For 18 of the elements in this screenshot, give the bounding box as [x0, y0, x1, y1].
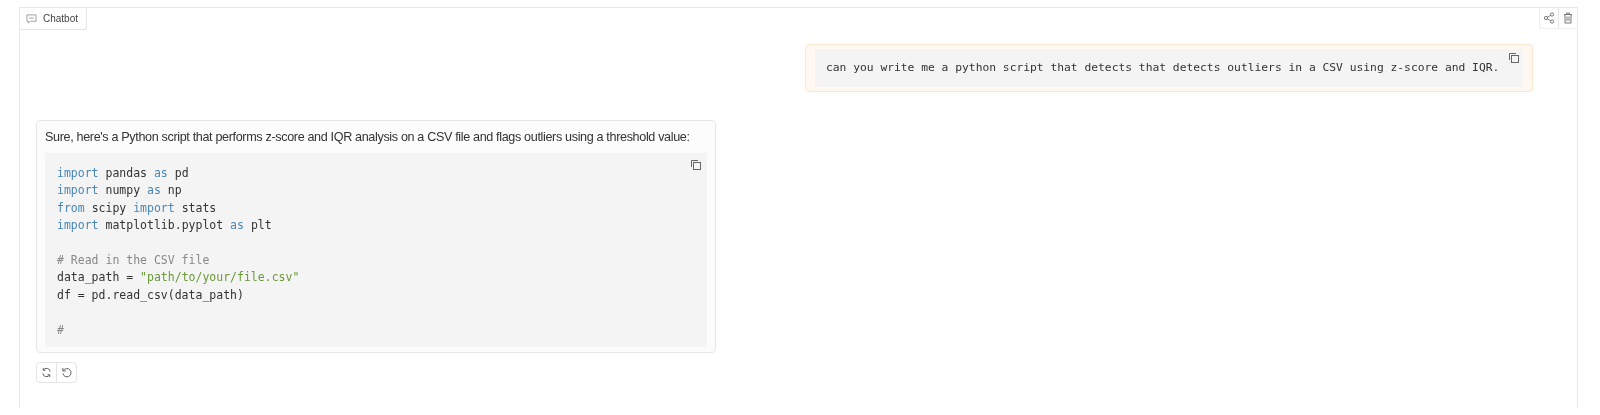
code-line: import matplotlib.pyplot as plt — [57, 217, 273, 235]
message-text: can you write me a python script that detects that detects outliers in a CSV using z-score and IQR. — [826, 61, 1500, 74]
code-line: df = pd.read_csv(data_path) — [57, 286, 245, 304]
message-text: Sure, here's a Python script that performs z-score and IQR analysis on a CSV file and flags outliers using a threshold value: — [45, 130, 691, 144]
copy-icon[interactable] — [1508, 52, 1520, 64]
code-line: from scipy import stats — [57, 199, 218, 217]
code-line: import numpy as np — [57, 182, 183, 200]
code-line: # — [57, 321, 65, 339]
copy-icon[interactable] — [690, 159, 702, 171]
trash-icon[interactable] — [1562, 12, 1574, 24]
share-icon[interactable] — [1543, 12, 1555, 24]
code-line: # Read in the CSV file — [57, 251, 211, 269]
panel-title: Chatbot — [43, 13, 79, 24]
chat-icon — [26, 13, 37, 24]
undo-icon[interactable] — [61, 366, 72, 378]
code-line: data_path = "path/to/your/file.csv" — [57, 269, 301, 287]
code-line: import pandas as pd — [57, 165, 190, 182]
retry-icon[interactable] — [41, 366, 52, 378]
